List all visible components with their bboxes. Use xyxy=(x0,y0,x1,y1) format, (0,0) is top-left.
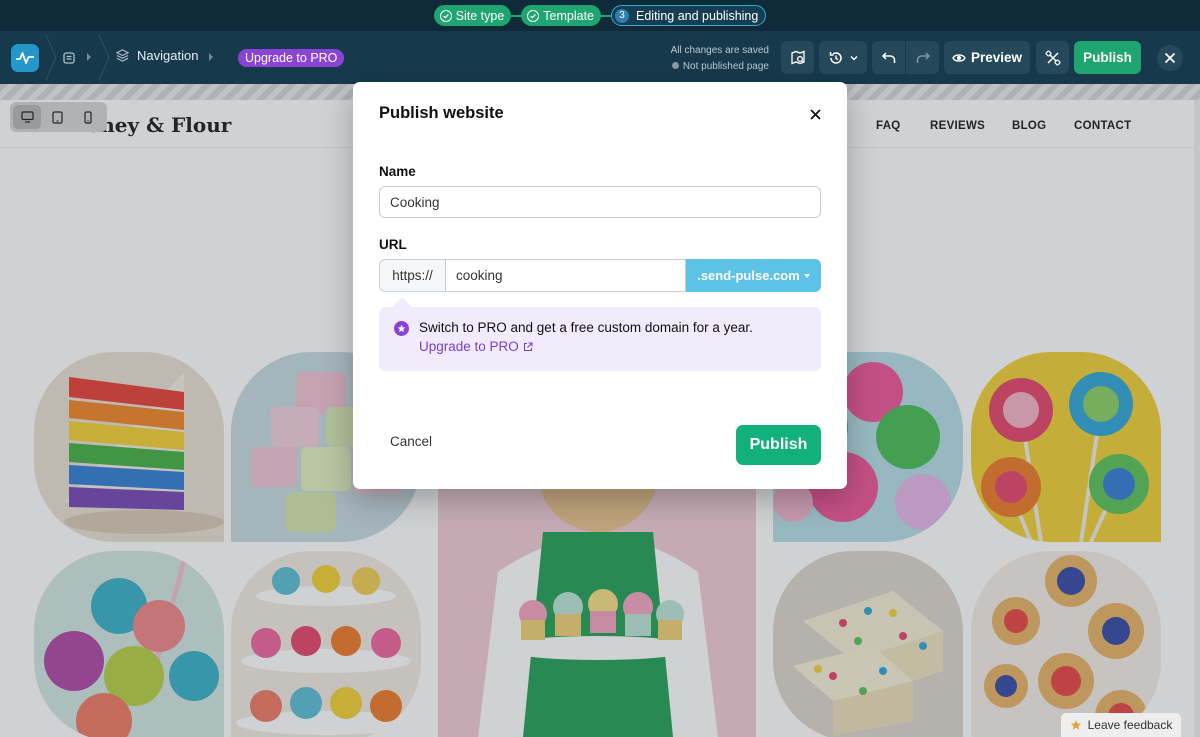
external-link-icon xyxy=(523,341,533,351)
name-input[interactable] xyxy=(379,186,821,218)
url-label: URL xyxy=(379,237,407,252)
save-status-text: All changes are saved xyxy=(670,45,769,56)
close-icon[interactable] xyxy=(1157,45,1183,71)
publish-button[interactable]: Publish xyxy=(736,425,821,465)
layers-icon xyxy=(116,49,129,62)
preview-label: Preview xyxy=(970,50,1023,65)
editor-toolbar: Navigation Upgrade to PRO All changes ar… xyxy=(0,31,1200,84)
breadcrumb-divider xyxy=(98,35,110,80)
pro-upsell-message: Switch to PRO and get a free custom doma… xyxy=(419,320,753,335)
breadcrumb-navigation[interactable]: Navigation xyxy=(116,48,198,63)
feedback-label: Leave feedback xyxy=(1087,718,1173,732)
pulse-logo-icon[interactable] xyxy=(11,44,39,72)
domain-label: .send-pulse.com xyxy=(697,268,800,283)
tools-icon[interactable] xyxy=(1036,41,1069,74)
step-label: Site type xyxy=(455,8,505,23)
publish-status-text: Not published page xyxy=(682,61,769,72)
check-icon xyxy=(439,9,452,22)
history-icon xyxy=(829,51,842,64)
step-site-type[interactable]: Site type xyxy=(433,5,512,26)
eye-icon xyxy=(952,53,966,62)
status-dot xyxy=(671,62,679,69)
save-status: All changes are saved Not published page xyxy=(640,43,769,75)
chevron-right-icon xyxy=(208,50,218,64)
chevron-right-icon xyxy=(86,50,96,64)
dialog-title: Publish website xyxy=(379,104,504,122)
breadcrumb-divider xyxy=(45,35,57,80)
progress-steps: Site type Template 3 Editing and publish… xyxy=(0,0,1200,31)
pro-upsell-callout: Switch to PRO and get a free custom doma… xyxy=(379,307,821,371)
domain-dropdown[interactable]: .send-pulse.com xyxy=(686,259,821,292)
url-field-group: https:// .send-pulse.com xyxy=(379,259,821,292)
name-label: Name xyxy=(379,164,416,179)
step-connector xyxy=(601,14,612,17)
step-template[interactable]: Template xyxy=(521,5,602,26)
chevron-down-icon xyxy=(803,273,810,278)
step-editing-publishing[interactable]: 3 Editing and publishing xyxy=(611,5,767,26)
history-dropdown[interactable] xyxy=(819,41,867,74)
publish-website-dialog: Publish website Name URL https:// .send-… xyxy=(353,82,847,489)
url-protocol-prefix: https:// xyxy=(379,259,445,292)
star-icon xyxy=(1070,719,1081,730)
undo-icon[interactable] xyxy=(872,41,905,74)
preview-button[interactable]: Preview xyxy=(944,41,1030,74)
upgrade-pro-link-label: Upgrade to PRO xyxy=(419,339,519,354)
step-number: 3 xyxy=(615,8,630,23)
url-slug-input[interactable] xyxy=(445,259,686,292)
star-icon xyxy=(394,321,409,336)
close-icon[interactable] xyxy=(805,104,825,124)
step-label: Template xyxy=(543,8,595,23)
upgrade-pro-badge[interactable]: Upgrade to PRO xyxy=(238,49,345,67)
leave-feedback-button[interactable]: Leave feedback xyxy=(1061,713,1181,737)
map-search-icon[interactable] xyxy=(781,41,814,74)
step-connector xyxy=(511,14,522,17)
page-icon[interactable] xyxy=(61,50,77,66)
cancel-button[interactable]: Cancel xyxy=(379,425,439,457)
breadcrumb-label: Navigation xyxy=(137,48,199,63)
publish-button-toolbar[interactable]: Publish xyxy=(1074,41,1141,74)
redo-icon[interactable] xyxy=(906,41,939,74)
chevron-down-icon xyxy=(850,55,858,60)
upgrade-pro-link[interactable]: Upgrade to PRO xyxy=(419,339,533,354)
step-label: Editing and publishing xyxy=(636,8,759,23)
check-icon xyxy=(527,9,540,22)
